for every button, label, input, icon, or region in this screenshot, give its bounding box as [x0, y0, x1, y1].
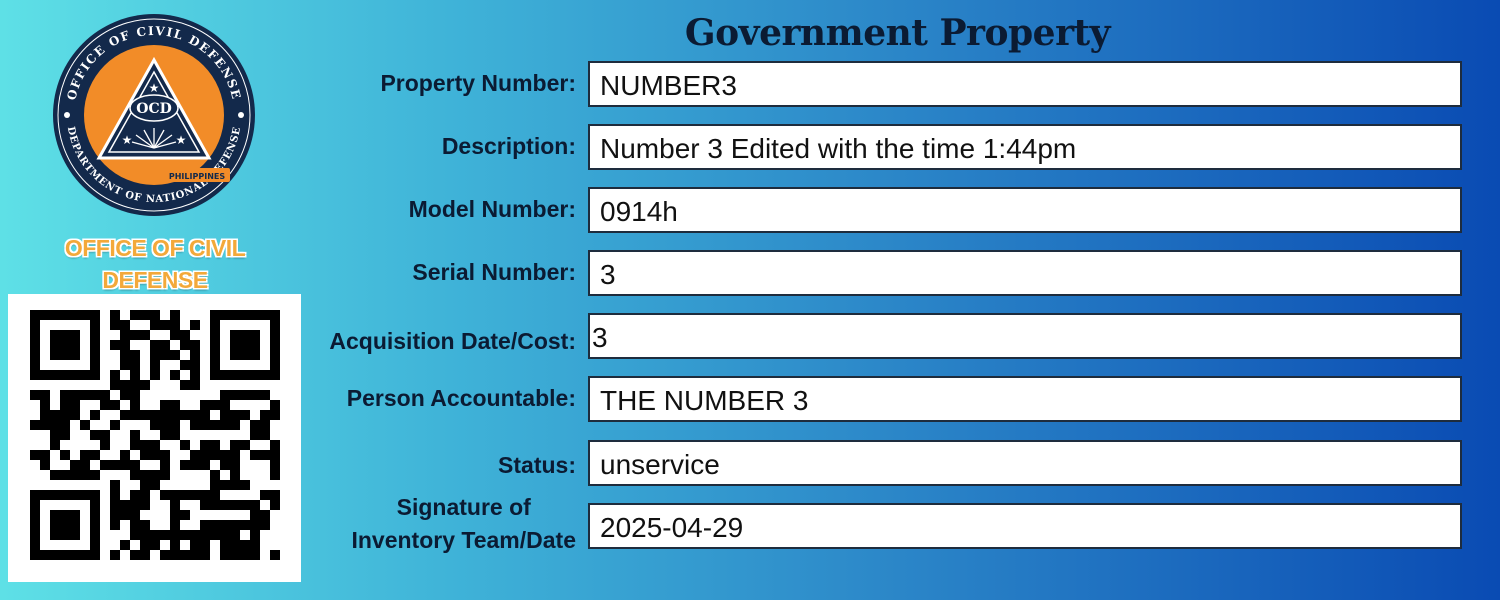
- property-number-field[interactable]: NUMBER3: [588, 61, 1462, 107]
- description-label: Description:: [441, 133, 576, 159]
- property-number-label: Property Number:: [380, 70, 576, 96]
- serial-number-field[interactable]: 3: [588, 250, 1462, 296]
- qr-code-panel: [8, 294, 301, 582]
- page-title: Government Property: [684, 12, 1111, 54]
- svg-text:★: ★: [122, 133, 133, 147]
- signature-label: Signature of Inventory Team/Date: [351, 491, 576, 557]
- signature-date-field[interactable]: 2025-04-29: [588, 503, 1462, 549]
- model-number-label: Model Number:: [408, 196, 576, 222]
- person-accountable-label: Person Accountable:: [346, 385, 576, 411]
- svg-text:★: ★: [149, 81, 160, 95]
- svg-text:★: ★: [176, 133, 187, 147]
- person-accountable-field[interactable]: THE NUMBER 3: [588, 376, 1462, 422]
- model-number-field[interactable]: 0914h: [588, 187, 1462, 233]
- status-field[interactable]: unservice: [588, 440, 1462, 486]
- property-tag-card: Government Property OFFICE OF CIVIL DEFE…: [0, 0, 1500, 600]
- description-field[interactable]: Number 3 Edited with the time 1:44pm: [588, 124, 1462, 170]
- status-label: Status:: [498, 452, 576, 478]
- signature-label-line2: Inventory Team/Date: [351, 527, 576, 553]
- acquisition-field[interactable]: 3: [588, 313, 1462, 359]
- signature-label-line1: Signature of: [396, 494, 531, 520]
- org-name-line1: OFFICE OF CIVIL: [64, 235, 246, 261]
- svg-text:PHILIPPINES: PHILIPPINES: [169, 172, 225, 181]
- serial-number-label: Serial Number:: [412, 259, 576, 285]
- ocd-seal-logo: OFFICE OF CIVIL DEFENSE DEPARTMENT OF NA…: [53, 14, 255, 216]
- org-name-line2: DEFENSE: [102, 267, 208, 293]
- acquisition-label: Acquisition Date/Cost:: [329, 328, 576, 354]
- svg-text:OCD: OCD: [136, 101, 171, 117]
- qr-code-icon: [30, 310, 280, 560]
- org-name: OFFICE OF CIVIL DEFENSE: [30, 232, 280, 296]
